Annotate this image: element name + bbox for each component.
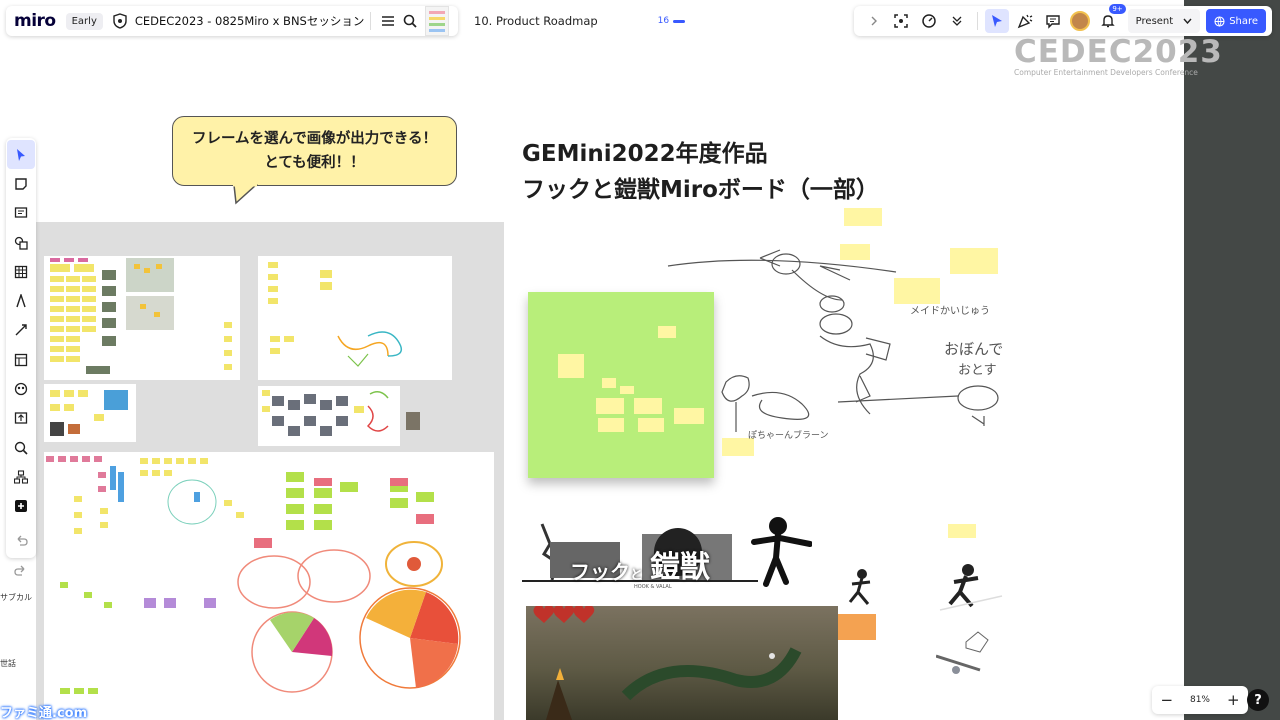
side-label-2: 世話: [0, 659, 16, 668]
bell-icon[interactable]: 9+: [1096, 4, 1126, 33]
frame-title[interactable]: 10. Product Roadmap: [474, 14, 598, 28]
bubble-line-2: とても便利！！: [264, 155, 365, 171]
sketch-note-2: おぼんで: [944, 340, 1003, 358]
cursor-icon[interactable]: [985, 9, 1010, 33]
game-screenshot: [526, 606, 838, 720]
frames-area[interactable]: [36, 222, 504, 720]
board-heading: GEMini2022年度作品 フックと鎧獣Miroボード（一部）: [522, 136, 879, 208]
share-button[interactable]: Share: [1206, 9, 1267, 33]
image-thumbnail: [406, 412, 420, 430]
divider: [370, 12, 372, 30]
present-button[interactable]: Present: [1127, 9, 1201, 33]
frame-content-4: [262, 390, 389, 436]
frame-thumbnail[interactable]: [258, 256, 452, 380]
dark-side-panel: [1184, 0, 1280, 720]
upload-icon[interactable]: [7, 404, 35, 433]
watermark: ファミ通.com: [0, 706, 88, 720]
zoom-search-icon[interactable]: [7, 433, 35, 462]
bubble-line-1: フレームを選んで画像が出力できる！: [191, 131, 438, 147]
history-controls: [6, 530, 36, 590]
shapes-icon[interactable]: [7, 228, 35, 257]
notification-badge: 9+: [1109, 4, 1126, 14]
frame-content-1: [50, 258, 232, 374]
plan-badge[interactable]: Early: [65, 12, 103, 30]
frame-content-2: [268, 262, 403, 367]
board-canvas[interactable]: フレームを選んで画像が出力できる！ とても便利！！ GEMini2022年度作品…: [0, 0, 1184, 720]
user-avatar-image: [1070, 11, 1091, 31]
templates-icon[interactable]: [7, 374, 35, 403]
frame-navigator: 10. Product Roadmap 16: [462, 6, 720, 36]
zoom-out-button[interactable]: −: [1160, 691, 1173, 709]
frame-thumbnail[interactable]: [258, 386, 400, 446]
bubble-tail: [233, 183, 258, 205]
sticky-note-icon[interactable]: [7, 169, 35, 198]
table-icon[interactable]: [7, 257, 35, 286]
menu-icon[interactable]: [377, 10, 399, 32]
more-apps-icon[interactable]: [7, 492, 35, 521]
search-icon[interactable]: [399, 10, 421, 32]
share-label: Share: [1229, 15, 1259, 27]
redo-icon[interactable]: [14, 564, 28, 580]
pen-icon[interactable]: [7, 286, 35, 315]
frame-count[interactable]: 16: [657, 16, 686, 26]
connector-icon[interactable]: [7, 316, 35, 345]
game-logo-subtitle: HOOK & VALAL: [634, 584, 672, 590]
game-logo: フックと 鎧獣 HOOK & VALAL: [522, 512, 758, 596]
text-tool-icon[interactable]: [7, 199, 35, 228]
character-silhouette: [751, 517, 812, 587]
game-logo-text-2: と: [630, 568, 644, 583]
board-name[interactable]: CEDEC2023 - 0825Miro x BNSセッション: [135, 13, 364, 29]
help-button[interactable]: ?: [1247, 689, 1269, 711]
comment-icon[interactable]: [1041, 9, 1065, 33]
frame-progress-indicator: [673, 19, 686, 23]
board-header: miro Early CEDEC2023 - 0825Miro x BNSセッシ…: [6, 6, 458, 36]
character-figure: [838, 569, 876, 640]
game-logo-text-1: フック: [570, 560, 630, 584]
zoom-in-button[interactable]: +: [1227, 691, 1240, 709]
heading-line-2: フックと鎧獣Miroボード（一部）: [522, 177, 879, 203]
undo-icon[interactable]: [14, 534, 28, 550]
frame-content-5: [46, 456, 461, 694]
frame-thumbnail[interactable]: [44, 384, 136, 442]
game-logo-text-3: 鎧獣: [650, 550, 710, 585]
game-screenshot-art: [533, 606, 802, 720]
fit-screen-icon[interactable]: [890, 9, 914, 33]
frame-icon[interactable]: [7, 345, 35, 374]
frame-thumbnail-icon[interactable]: [425, 6, 450, 36]
frame-thumbnail[interactable]: [44, 256, 240, 380]
pose-sketches: [936, 524, 1003, 674]
event-subtitle: Computer Entertainment Developers Confer…: [1014, 68, 1198, 77]
frame-thumbnail-large[interactable]: [44, 452, 494, 720]
chevron-down-icon[interactable]: [945, 9, 969, 33]
sketch-note-1: メイドかいじゅう: [910, 305, 990, 317]
select-tool-icon[interactable]: [7, 140, 35, 170]
party-icon[interactable]: [1013, 9, 1037, 33]
mind-map-icon[interactable]: [7, 462, 35, 491]
heading-line-1: GEMini2022年度作品: [522, 141, 768, 167]
sketch-note-4: ぽちゃーんブラーン: [748, 429, 829, 441]
frame-count-number: 16: [657, 16, 670, 26]
globe-icon: [1214, 15, 1225, 27]
shield-icon[interactable]: [113, 13, 127, 29]
sketch-note-3: おとす: [958, 363, 997, 378]
creation-toolbar: [6, 138, 36, 558]
avatar[interactable]: [1068, 9, 1092, 33]
event-logo-text: CEDEC2023: [1014, 34, 1223, 70]
event-logo: CEDEC2023 Computer Entertainment Develop…: [1014, 34, 1223, 84]
zoom-level[interactable]: 81%: [1190, 695, 1210, 705]
present-label: Present: [1135, 15, 1174, 27]
miro-logo[interactable]: miro: [14, 11, 56, 31]
timer-icon[interactable]: [917, 9, 941, 33]
speech-bubble[interactable]: フレームを選んで画像が出力できる！ とても便利！！: [172, 116, 457, 186]
sketch-drawing: メイドかいじゅう おぼんで おとす ぽちゃーんブラーン: [667, 208, 1003, 456]
frame-content-3: [50, 390, 128, 436]
divider: [976, 12, 978, 30]
chevron-down-icon[interactable]: [1183, 16, 1192, 27]
chevron-right-icon[interactable]: [862, 9, 886, 33]
collaboration-toolbar: 9+ Present Share: [854, 4, 1272, 36]
zoom-controls: − 81% +: [1152, 686, 1248, 714]
side-label-1: サブカル: [0, 593, 32, 602]
